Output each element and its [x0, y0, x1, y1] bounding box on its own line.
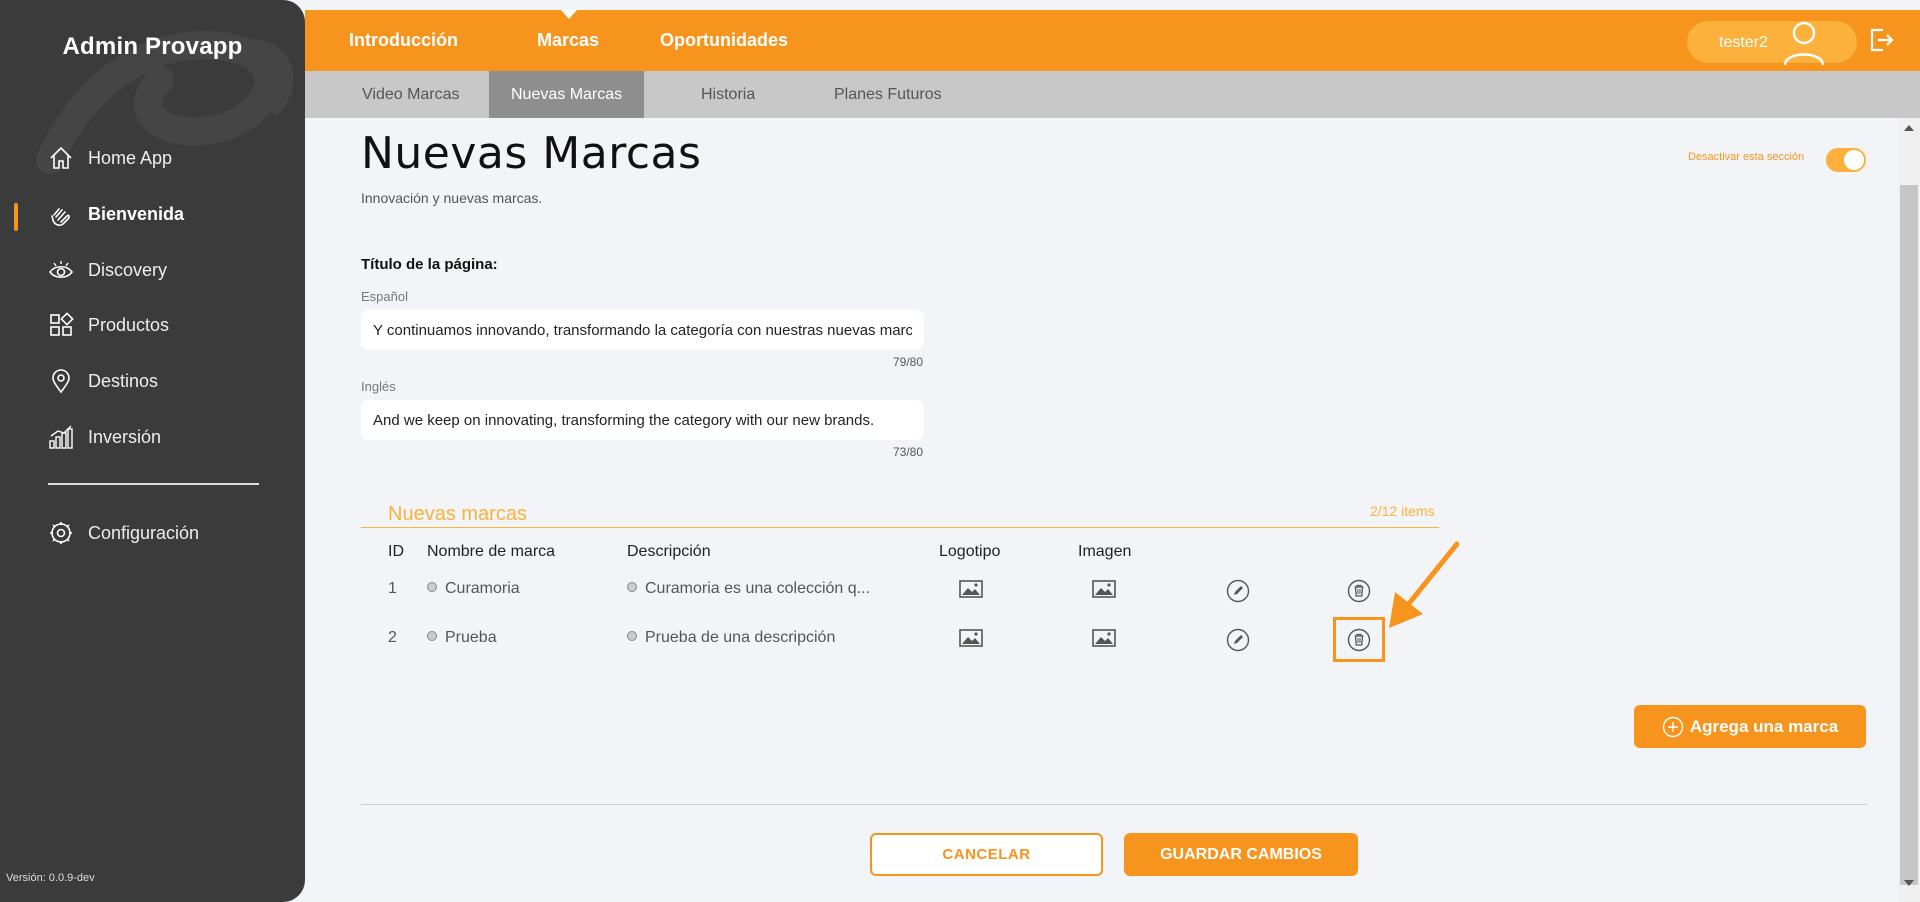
sidebar-item-label: Configuración: [88, 522, 200, 543]
active-tab-caret: [561, 10, 577, 19]
user-menu[interactable]: tester2: [1687, 21, 1857, 65]
brands-items-count: 2/12 items: [1370, 503, 1435, 519]
tab-marcas[interactable]: Marcas: [537, 30, 599, 51]
row-name: Prueba: [427, 629, 497, 647]
sidebar-item-label: Destinos: [88, 370, 159, 391]
language-dot-icon: [627, 581, 637, 592]
username: tester2: [1719, 34, 1768, 51]
edit-icon[interactable]: [1226, 628, 1250, 652]
row-id: 2: [388, 629, 397, 646]
page-subtitle: Innovación y nuevas marcas.: [361, 190, 543, 206]
sidebar-item-label: Discovery: [88, 259, 168, 280]
spanish-label: Español: [361, 289, 408, 304]
page-title: Nuevas Marcas: [361, 128, 702, 179]
bar-chart-icon: [48, 424, 74, 450]
brand-title: Admin Provapp: [62, 33, 243, 60]
highlight-box: [1333, 617, 1385, 662]
logo-image-icon[interactable]: [959, 580, 983, 598]
tab-oportunidades[interactable]: Oportunidades: [660, 30, 788, 51]
section-toggle-label: Desactivar esta sección: [1688, 151, 1805, 163]
sidebar-item-discovery[interactable]: Discovery: [48, 257, 167, 283]
row-name: Curamoria: [427, 580, 520, 598]
sidebar-item-label: Home App: [88, 147, 173, 168]
spanish-char-counter: 79/80: [893, 355, 924, 369]
sidebar-item-inversion[interactable]: Inversión: [48, 424, 161, 450]
sidebar-item-label: Productos: [88, 314, 170, 335]
user-avatar-icon: [1783, 21, 1825, 65]
column-header-logo: Logotipo: [939, 543, 1001, 560]
subtab-historia[interactable]: Historia: [679, 71, 777, 118]
sidebar-item-bienvenida[interactable]: Bienvenida: [48, 201, 184, 227]
sidebar-item-configuracion[interactable]: Configuración: [48, 520, 199, 546]
cancel-button[interactable]: CANCELAR: [870, 833, 1103, 876]
map-pin-icon: [48, 368, 74, 394]
column-header-name: Nombre de marca: [427, 543, 556, 560]
subtab-planes-futuros[interactable]: Planes Futuros: [812, 71, 964, 118]
sidebar-item-home-app[interactable]: Home App: [48, 145, 172, 171]
sidebar-divider: [48, 483, 259, 485]
top-navigation: Introducción Marcas Oportunidades tester…: [305, 10, 1920, 71]
eye-icon: [48, 257, 74, 283]
language-dot-icon: [427, 630, 437, 641]
add-brand-label: Agrega una marca: [1689, 716, 1839, 736]
plus-circle-icon: [1662, 716, 1684, 737]
annotation-arrow-icon: [1389, 541, 1460, 628]
sidebar-item-destinos[interactable]: Destinos: [48, 368, 158, 394]
logo-image-icon[interactable]: [959, 629, 983, 647]
scroll-up-arrow-icon[interactable]: [1904, 125, 1914, 131]
column-header-image: Imagen: [1078, 543, 1132, 560]
subtab-nuevas-marcas[interactable]: Nuevas Marcas: [489, 71, 645, 118]
scrollbar-thumb[interactable]: [1900, 185, 1918, 885]
sub-navigation: Video Marcas Nuevas Marcas Historia Plan…: [305, 71, 1920, 118]
tab-introduccion[interactable]: Introducción: [349, 30, 458, 51]
subtab-video-marcas[interactable]: Video Marcas: [340, 71, 482, 118]
toggle-knob: [1844, 150, 1864, 170]
sidebar: Admin Provapp Home App Bienvenida Discov…: [0, 0, 305, 902]
section-divider: [361, 527, 1439, 528]
active-indicator: [14, 203, 18, 231]
sidebar-item-label: Inversión: [88, 426, 162, 447]
grid-icon: [48, 312, 74, 338]
home-icon: [48, 145, 74, 171]
delete-icon[interactable]: [1347, 579, 1371, 603]
logout-icon[interactable]: [1867, 26, 1895, 54]
column-header-description: Descripción: [627, 543, 711, 560]
wave-hand-icon: [48, 201, 74, 227]
column-header-id: ID: [388, 543, 404, 560]
scroll-down-arrow-icon[interactable]: [1904, 880, 1914, 886]
language-dot-icon: [427, 581, 437, 592]
add-brand-button[interactable]: Agrega una marca: [1634, 705, 1866, 748]
english-label: Inglés: [361, 379, 396, 394]
english-char-counter: 73/80: [893, 445, 924, 459]
spanish-title-input[interactable]: [361, 310, 924, 350]
row-description: Curamoria es una colección q...: [627, 580, 870, 598]
version-label: Versión: 0.0.9-dev: [6, 872, 95, 884]
section-toggle[interactable]: [1826, 148, 1866, 172]
sidebar-item-productos[interactable]: Productos: [48, 312, 169, 338]
row-id: 1: [388, 580, 397, 597]
image-icon[interactable]: [1092, 580, 1116, 598]
brands-section-title: Nuevas marcas: [388, 503, 527, 525]
field-title: Título de la página:: [361, 256, 498, 273]
image-icon[interactable]: [1092, 629, 1116, 647]
language-dot-icon: [627, 630, 637, 641]
save-changes-button[interactable]: GUARDAR CAMBIOS: [1124, 833, 1358, 876]
row-description: Prueba de una descripción: [627, 629, 835, 647]
english-title-input[interactable]: [361, 400, 924, 440]
settings-icon: [48, 520, 74, 546]
sidebar-item-label: Bienvenida: [88, 203, 185, 224]
edit-icon[interactable]: [1226, 579, 1250, 603]
footer-divider: [361, 804, 1867, 805]
